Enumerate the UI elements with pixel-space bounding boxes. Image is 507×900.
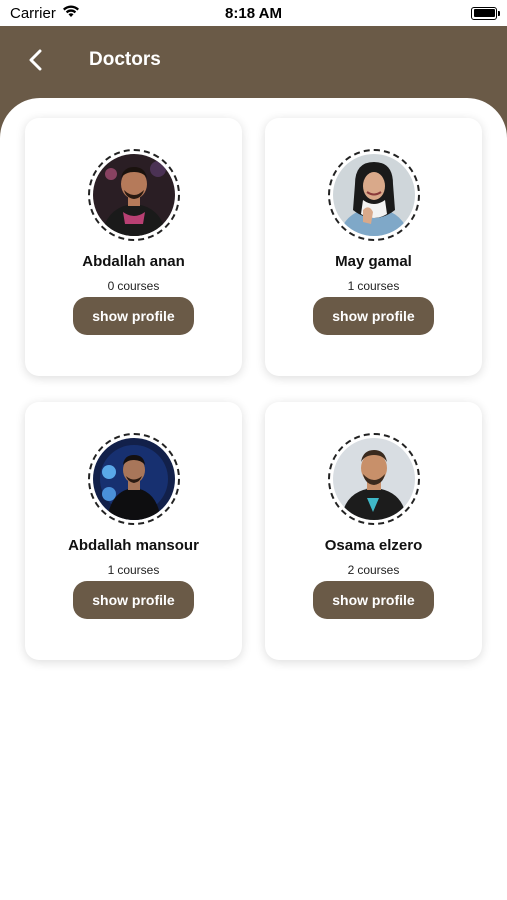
doctor-courses: 2 courses — [348, 563, 400, 577]
avatar-frame — [327, 433, 420, 525]
battery-icon — [471, 6, 500, 20]
chevron-left-icon — [29, 49, 42, 71]
doctors-content: Abdallah anan 0 courses show profile May … — [0, 98, 507, 900]
doctor-name: Osama elzero — [324, 537, 423, 554]
courses-count: 0 — [107, 279, 115, 293]
courses-label: courses — [357, 279, 400, 293]
avatar — [332, 154, 415, 236]
show-profile-button[interactable]: show profile — [313, 581, 434, 619]
doctor-card: Osama elzero 2 courses show profile — [265, 402, 482, 660]
doctor-courses: 1 courses — [108, 563, 160, 577]
show-profile-button[interactable]: show profile — [73, 581, 194, 619]
courses-count: 1 — [107, 563, 115, 577]
doctor-card: May gamal 1 courses show profile — [265, 118, 482, 376]
doctor-courses: 0 courses — [108, 279, 160, 293]
avatar-frame — [87, 433, 180, 525]
doctor-card: Abdallah mansour 1 courses show profile — [25, 402, 242, 660]
wifi-icon — [62, 4, 80, 22]
avatar-frame — [327, 149, 420, 241]
doctor-courses: 1 courses — [348, 279, 400, 293]
courses-count: 2 — [347, 563, 355, 577]
status-bar: Carrier 8:18 AM — [0, 0, 507, 26]
courses-label: courses — [117, 279, 160, 293]
show-profile-button[interactable]: show profile — [73, 297, 194, 335]
courses-label: courses — [117, 563, 160, 577]
show-profile-button[interactable]: show profile — [313, 297, 434, 335]
avatar — [92, 438, 175, 520]
page-title: Doctors — [89, 49, 161, 70]
avatar-frame — [87, 149, 180, 241]
doctor-card: Abdallah anan 0 courses show profile — [25, 118, 242, 376]
doctor-name: May gamal — [335, 253, 412, 270]
courses-count: 1 — [347, 279, 355, 293]
avatar — [92, 154, 175, 236]
carrier-label: Carrier — [10, 4, 56, 22]
courses-label: courses — [357, 563, 400, 577]
doctor-name: Abdallah mansour — [68, 537, 199, 554]
status-left: Carrier — [10, 4, 80, 22]
avatar — [332, 438, 415, 520]
doctors-grid: Abdallah anan 0 courses show profile May … — [25, 118, 482, 660]
back-button[interactable] — [22, 46, 50, 74]
app-bar: Doctors — [0, 26, 507, 100]
doctor-name: Abdallah anan — [82, 253, 185, 270]
